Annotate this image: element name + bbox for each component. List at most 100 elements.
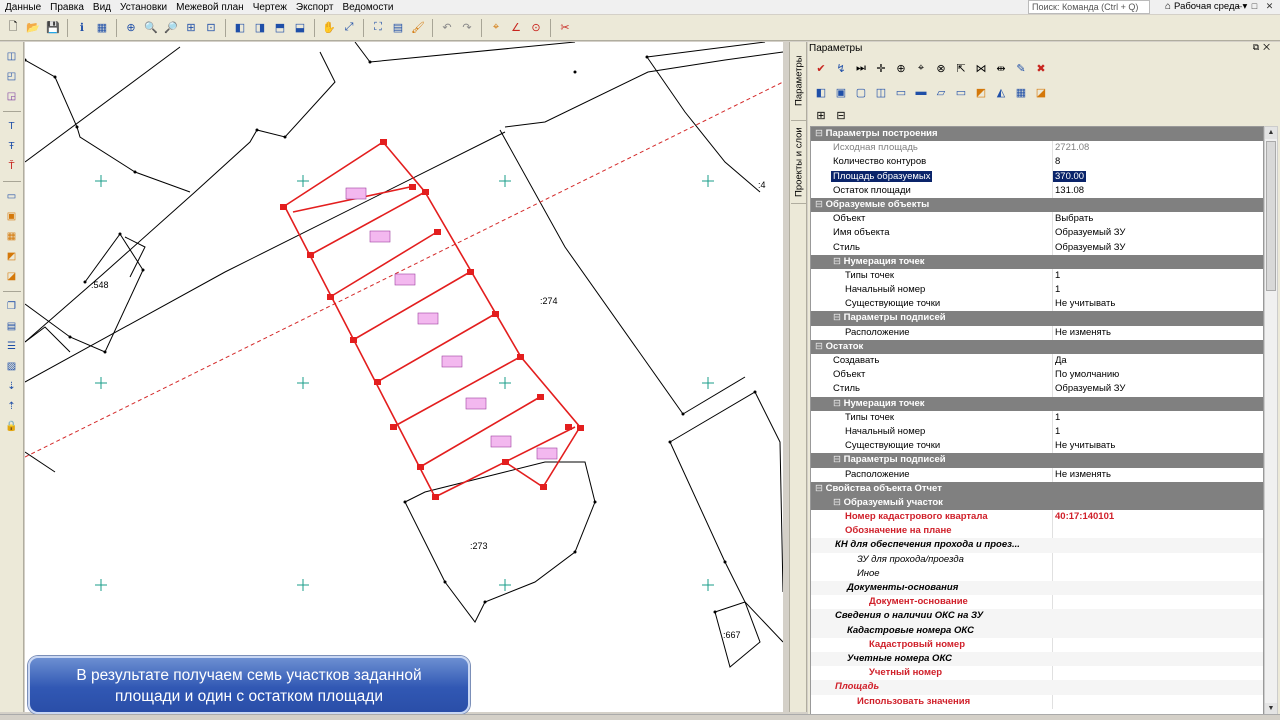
extend-icon[interactable]: ⇹ (992, 59, 1010, 77)
property-row[interactable]: Кадастровый номер (811, 637, 1263, 652)
property-row[interactable]: Типы точек 1 (811, 410, 1263, 425)
property-row[interactable]: Расположение Не изменять (811, 325, 1263, 340)
draw-point-icon[interactable]: ◫ (3, 48, 21, 65)
shape-12-icon[interactable]: ◪ (1032, 83, 1050, 101)
text-icon[interactable]: T (3, 118, 21, 135)
menu-item[interactable]: Правка (45, 1, 88, 14)
shape-11-icon[interactable]: ▦ (1012, 83, 1030, 101)
lock-icon[interactable]: 🔒 (3, 418, 21, 435)
draw-polygon-icon[interactable]: ◲ (3, 88, 21, 105)
property-row[interactable]: Образуемые объекты (811, 197, 1263, 213)
sort-alpha-icon[interactable]: ⊟ (832, 106, 850, 124)
property-row[interactable]: Свойства объекта Отчет (811, 481, 1263, 496)
property-value[interactable]: Не изменять (1055, 326, 1111, 340)
shape-1-icon[interactable]: ◧ (812, 83, 830, 101)
cancel-x-icon[interactable]: ✖ (1032, 59, 1050, 77)
property-row[interactable]: Иное (811, 566, 1263, 581)
property-row[interactable]: Стиль Образуемый ЗУ (811, 382, 1263, 397)
property-value[interactable]: Не учитывать (1055, 297, 1115, 311)
property-row[interactable]: Документ-основание (811, 595, 1263, 610)
property-row[interactable]: Существующие точки Не учитывать (811, 297, 1263, 312)
zoom-in-icon[interactable]: 🔍 (142, 19, 160, 37)
undo-icon[interactable]: ↶ (438, 19, 456, 37)
property-value[interactable]: 1 (1055, 269, 1060, 283)
menu-item[interactable]: Ведомости (337, 1, 397, 14)
property-row[interactable]: Исходная площадь 2721.08 (811, 141, 1263, 156)
scroll-up-icon[interactable]: ▲ (1265, 127, 1277, 139)
cursor-icon[interactable]: ⇱ (952, 59, 970, 77)
pan-down-icon[interactable]: ⬓ (291, 19, 309, 37)
property-value[interactable]: Не изменять (1055, 468, 1111, 482)
pin-icon[interactable]: ⧉ (1253, 42, 1263, 52)
property-value[interactable]: 1 (1055, 283, 1060, 297)
property-grid[interactable]: Параметры построенияИсходная площадь 2721… (810, 126, 1264, 716)
magnet-icon[interactable]: ⊗ (932, 59, 950, 77)
property-row[interactable]: Количество контуров 8 (811, 155, 1263, 170)
minimize-icon[interactable]: – (1233, 0, 1246, 12)
merge-icon[interactable]: ◪ (3, 268, 21, 285)
property-row[interactable]: Объект Выбрать (811, 212, 1263, 227)
property-row[interactable]: Площадь (811, 680, 1263, 695)
property-row[interactable]: КН для обеспечения прохода и проез... (811, 538, 1263, 553)
command-search-input[interactable]: Поиск: Команда (Ctrl + Q) (1028, 0, 1150, 14)
scroll-thumb[interactable] (1266, 141, 1276, 291)
split-icon[interactable]: ◩ (3, 248, 21, 265)
area-icon[interactable]: ▣ (3, 208, 21, 225)
property-row[interactable]: Использовать значения (811, 694, 1263, 709)
property-row[interactable]: Образуемый участок (811, 495, 1263, 511)
property-value[interactable]: 131.08 (1055, 184, 1084, 198)
move-down-icon[interactable]: ⇣ (3, 378, 21, 395)
save-icon[interactable]: 💾 (44, 19, 62, 37)
snap-angle-icon[interactable]: ∠ (507, 19, 525, 37)
maximize-icon[interactable]: □ (1248, 0, 1261, 12)
property-row[interactable]: Обозначение на плане (811, 524, 1263, 539)
pipette-icon[interactable]: ✎ (1012, 59, 1030, 77)
property-row[interactable]: Начальный номер 1 (811, 283, 1263, 298)
property-value[interactable]: Не учитывать (1055, 439, 1115, 453)
draw-line-icon[interactable]: ◰ (3, 68, 21, 85)
property-row[interactable]: Сведения о наличии ОКС на ЗУ (811, 609, 1263, 624)
tab-projects-layers[interactable]: Проекты и слои (791, 120, 807, 204)
property-value[interactable]: Образуемый ЗУ (1055, 241, 1125, 255)
property-row[interactable]: Параметры подписей (811, 311, 1263, 326)
property-row[interactable]: Имя объекта Образуемый ЗУ (811, 226, 1263, 241)
property-value[interactable]: 370.00 (1053, 170, 1087, 184)
menu-item[interactable]: Вид (88, 1, 115, 14)
property-row[interactable]: Остаток (811, 339, 1263, 354)
shape-3-icon[interactable]: ▢ (852, 83, 870, 101)
tab-parameters[interactable]: Параметры (791, 50, 807, 112)
measure-icon[interactable]: ▭ (3, 188, 21, 205)
property-value[interactable]: Да (1055, 354, 1067, 368)
open-folder-icon[interactable]: 📂 (24, 19, 42, 37)
pan-right-icon[interactable]: ◨ (251, 19, 269, 37)
menu-item[interactable]: Чертеж (248, 1, 291, 14)
property-row[interactable]: Существующие точки Не учитывать (811, 439, 1263, 454)
report-icon[interactable]: ☰ (3, 338, 21, 355)
shape-7-icon[interactable]: ▱ (932, 83, 950, 101)
hand-pan-icon[interactable]: ✋ (320, 19, 338, 37)
property-value[interactable]: Выбрать (1055, 212, 1093, 226)
property-row[interactable]: Учетные номера ОКС (811, 651, 1263, 667)
property-grid-scrollbar[interactable]: ▲ ▼ (1264, 126, 1278, 716)
property-row[interactable]: Кадастровые номера ОКС (811, 623, 1263, 638)
snap-point-icon[interactable]: ⊙ (527, 19, 545, 37)
property-row[interactable]: Параметры подписей (811, 453, 1263, 468)
property-row[interactable]: Объект По умолчанию (811, 368, 1263, 383)
zoom-previous-icon[interactable]: ⊡ (202, 19, 220, 37)
select-arrow-icon[interactable]: ↯ (832, 59, 850, 77)
select-icon[interactable]: ⛶ (369, 19, 387, 37)
property-row[interactable]: Остаток площади 131.08 (811, 183, 1263, 198)
sort-category-icon[interactable]: ⊞ (812, 106, 830, 124)
property-row[interactable]: Учетный номер (811, 666, 1263, 681)
property-value[interactable]: Образуемый ЗУ (1055, 226, 1125, 240)
property-row[interactable]: Площадь образуемых 370.00 (811, 169, 1263, 184)
property-row[interactable]: Нумерация точек (811, 254, 1263, 269)
property-row[interactable]: Создавать Да (811, 354, 1263, 369)
next-icon[interactable]: ⏭ (852, 59, 870, 77)
brush-icon[interactable]: 🖌 (409, 19, 427, 37)
intersect-icon[interactable]: ⋈ (972, 59, 990, 77)
property-row[interactable]: Стиль Образуемый ЗУ (811, 240, 1263, 255)
shape-5-icon[interactable]: ▭ (892, 83, 910, 101)
shape-10-icon[interactable]: ◭ (992, 83, 1010, 101)
property-row[interactable]: ЗУ для прохода/проезда (811, 552, 1263, 567)
